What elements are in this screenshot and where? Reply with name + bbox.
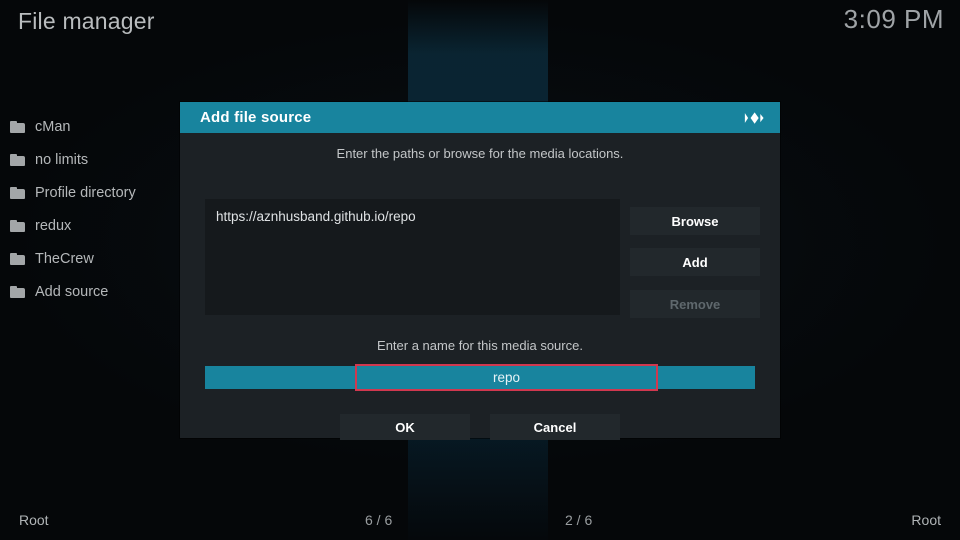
top-bar: File manager 3:09 PM: [0, 0, 960, 46]
list-item-label: no limits: [35, 151, 89, 168]
path-list[interactable]: https://aznhusband.github.io/repo: [205, 199, 620, 315]
name-input[interactable]: repo: [355, 364, 658, 391]
folder-icon: [10, 186, 25, 199]
status-bar: Root 6 / 6 2 / 6 Root: [0, 508, 960, 540]
ok-button[interactable]: OK: [340, 414, 470, 440]
clock-label: 3:09 PM: [843, 4, 944, 34]
list-item-label: redux: [35, 217, 72, 234]
name-input-value: repo: [492, 370, 521, 385]
remove-button: Remove: [630, 290, 760, 318]
path-list-item[interactable]: https://aznhusband.github.io/repo: [216, 209, 620, 224]
page-title: File manager: [18, 8, 155, 34]
list-item-label: cMan: [35, 118, 71, 135]
folder-icon: [10, 120, 25, 133]
dialog-body: Enter the paths or browse for the media …: [180, 133, 780, 440]
list-item-label: Add source: [35, 283, 109, 300]
status-left-count: 6 / 6: [365, 512, 393, 528]
name-input-row[interactable]: repo: [205, 364, 755, 391]
dialog-title: Add file source: [200, 109, 312, 126]
name-hint-label: Enter a name for this media source.: [377, 338, 583, 353]
folder-icon: [10, 285, 25, 298]
add-file-source-dialog: Add file source Enter the paths or brows…: [180, 102, 780, 440]
status-right-count: 2 / 6: [565, 512, 593, 528]
folder-icon: [10, 252, 25, 265]
list-item-label: Profile directory: [35, 184, 136, 201]
status-right-path: Root: [911, 512, 941, 528]
list-item-label: TheCrew: [35, 250, 94, 267]
dialog-header: Add file source: [180, 102, 780, 133]
paths-hint-label: Enter the paths or browse for the media …: [336, 146, 624, 161]
add-button[interactable]: Add: [630, 248, 760, 276]
cancel-button[interactable]: Cancel: [490, 414, 620, 440]
browse-button[interactable]: Browse: [630, 207, 760, 235]
status-left-path: Root: [19, 512, 49, 528]
folder-icon: [10, 219, 25, 232]
kodi-logo-icon: [740, 105, 766, 131]
folder-icon: [10, 153, 25, 166]
